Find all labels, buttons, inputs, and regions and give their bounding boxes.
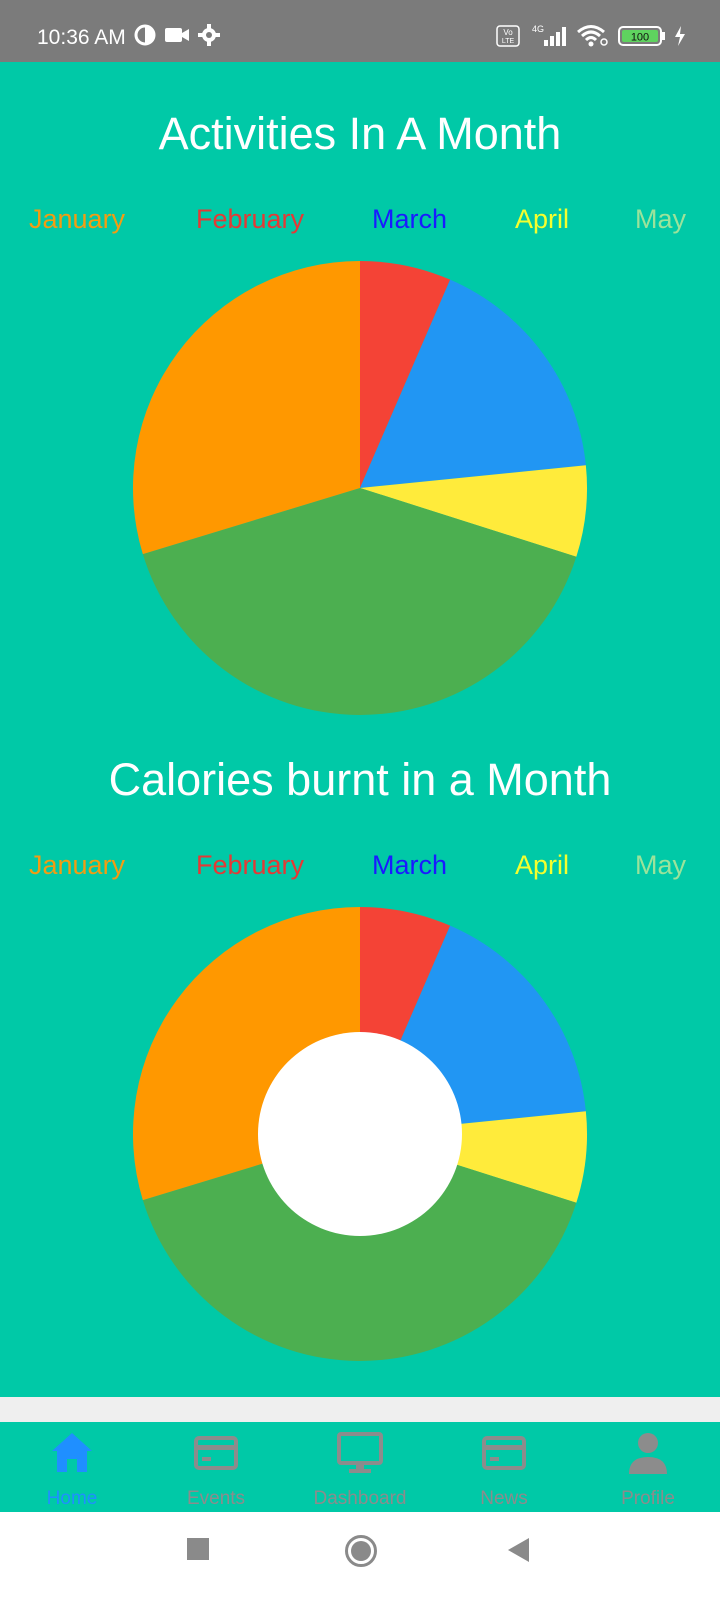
calories-chart-block: Calories burnt in a Month January Februa… [0,722,720,1397]
chart-legend: January February March April May [0,204,720,244]
nav-item-profile[interactable]: Profile [576,1422,720,1512]
donut-hole [258,1032,462,1236]
nav-item-events[interactable]: Events [144,1422,288,1512]
card-icon [193,1430,239,1481]
legend-item-february: February [196,850,305,880]
legend-item-april: April [515,850,570,880]
system-nav-bar [0,1512,720,1600]
pinwheel-icon [134,24,156,51]
main-content: Activities In A Month January February M… [0,62,720,1397]
monitor-icon [337,1430,383,1481]
status-left: 10:36 AM [37,24,220,51]
nav-label: News [480,1488,528,1509]
activities-chart-block: Activities In A Month January February M… [0,62,720,722]
network-type: 4G [532,24,544,34]
signal-icon: 4G [528,24,568,53]
nav-label: Events [186,1488,246,1509]
video-camera-icon [164,26,190,49]
bottom-nav: Home Events Dashboard News Profile [0,1422,720,1512]
nav-item-news[interactable]: News [432,1422,576,1512]
card-icon [481,1430,527,1481]
nav-label: Home [46,1488,98,1509]
chart-legend: January February March April May [0,850,720,890]
legend-item-may: May [635,850,687,880]
wifi-icon [576,24,610,53]
back-triangle-icon[interactable] [507,1537,531,1568]
battery-icon: 100 [618,25,666,52]
volte-bottom: LTE [502,38,515,45]
chart-title: Activities In A Month [158,108,562,159]
status-time: 10:36 AM [37,25,126,49]
calories-donut-chart [133,907,587,1361]
legend-item-february: February [196,204,305,234]
content-separator [0,1397,720,1422]
nav-label: Dashboard [313,1488,407,1509]
legend-item-march: March [372,850,448,880]
home-icon [49,1430,95,1481]
status-bar: 10:36 AM Vo LTE 4G 100 [0,0,720,62]
charging-icon [674,26,686,51]
chart-title: Calories burnt in a Month [108,754,612,805]
nav-label: Profile [621,1488,675,1509]
volte-icon: Vo LTE [496,25,520,52]
legend-item-april: April [515,204,570,234]
battery-level: 100 [631,32,649,44]
volte-top: Vo [503,28,513,37]
activities-pie-chart [133,261,587,715]
recents-square-icon[interactable] [186,1537,210,1566]
legend-item-january: January [29,850,126,880]
legend-item-march: March [372,204,448,234]
home-circle-icon[interactable] [344,1534,378,1573]
nav-item-dashboard[interactable]: Dashboard [288,1422,432,1512]
nav-item-home[interactable]: Home [0,1422,144,1512]
person-icon [625,1430,671,1481]
legend-item-may: May [635,204,687,234]
status-right: Vo LTE 4G 100 [496,24,686,53]
gear-icon [197,24,220,51]
legend-item-january: January [29,204,126,234]
